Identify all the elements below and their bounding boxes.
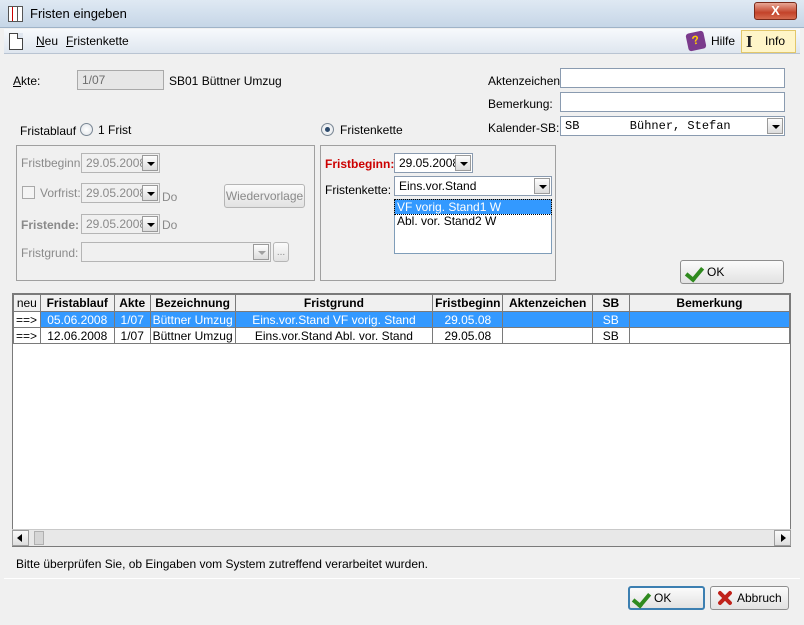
fristgrund-select xyxy=(81,242,271,262)
bemerkung-label: Bemerkung: xyxy=(488,97,553,111)
fristen-table: neu Fristablauf Akte Bezeichnung Fristgr… xyxy=(13,294,790,344)
list-item[interactable]: Abl. vor. Stand2 W xyxy=(395,214,551,228)
radio-fristenkette-label: Fristenkette xyxy=(340,123,403,137)
abbruch-button-label: Abbruch xyxy=(737,591,782,605)
vorfrist-checkbox xyxy=(22,186,35,199)
kalender-sb-label: Kalender-SB: xyxy=(488,121,560,135)
cell-akte: 1/07 xyxy=(113,327,151,344)
fristbeginn-label: Fristbeginn: xyxy=(21,156,84,170)
scroll-thumb[interactable] xyxy=(34,531,44,545)
cell-fristgrund: Eins.vor.Stand VF vorig. Stand xyxy=(234,311,434,328)
fristbeginn-date: 29.05.2008 xyxy=(81,153,160,173)
list-item[interactable]: VF vorig. Stand1 W xyxy=(394,199,552,215)
fristende-label: Fristende: xyxy=(21,218,80,232)
cell-neu: ==> xyxy=(13,311,41,328)
fristablauf-label: Fristablauf xyxy=(20,124,77,138)
status-message: Bitte überprüfen Sie, ob Eingaben vom Sy… xyxy=(16,557,429,571)
help-book-icon[interactable] xyxy=(685,30,707,52)
app-icon xyxy=(8,6,23,22)
column-header[interactable]: Aktenzeichen xyxy=(502,294,593,312)
cell-bemerkung xyxy=(628,327,790,344)
chevron-down-icon xyxy=(142,155,158,171)
radio-fristenkette[interactable] xyxy=(321,123,334,136)
akte-number-field: 1/07 xyxy=(77,70,164,90)
fristgrund-browse-button: ... xyxy=(273,242,289,262)
kette-fristbeginn-date[interactable]: 29.05.2008 xyxy=(394,153,473,173)
menu-info[interactable]: Info xyxy=(765,34,785,48)
scroll-right-icon[interactable] xyxy=(774,530,791,546)
cell-aktenzeichen xyxy=(502,327,593,344)
cell-fristbeginn: 29.05.08 xyxy=(432,327,504,344)
chevron-down-icon xyxy=(253,244,269,260)
chevron-down-icon xyxy=(142,185,158,201)
radio-1-frist[interactable] xyxy=(80,123,93,136)
column-header[interactable]: Bemerkung xyxy=(628,294,790,312)
radio-1-frist-label: 1 Frist xyxy=(98,123,132,137)
vorfrist-weekday: Do xyxy=(162,190,178,204)
menu-hilfe[interactable]: Hilfe xyxy=(711,34,735,48)
cell-sb: SB xyxy=(591,327,630,344)
ok-button[interactable]: OK xyxy=(628,586,705,610)
cell-neu: ==> xyxy=(13,327,41,344)
horizontal-scrollbar[interactable] xyxy=(12,529,791,546)
cell-fristablauf: 05.06.2008 xyxy=(39,311,115,328)
kette-frist-list[interactable]: VF vorig. Stand1 W Abl. vor. Stand2 W xyxy=(394,199,552,254)
aktenzeichen-label: Aktenzeichen: xyxy=(488,74,564,88)
cell-bemerkung xyxy=(628,311,790,328)
ok-button-top[interactable]: OK xyxy=(680,260,784,284)
abbruch-button[interactable]: Abbruch xyxy=(710,586,789,610)
table-row[interactable]: ==> 12.06.2008 1/07 Büttner Umzug Eins.v… xyxy=(13,327,790,344)
fristende-weekday: Do xyxy=(162,218,178,232)
cancel-x-icon xyxy=(715,589,735,607)
chevron-down-icon xyxy=(142,216,158,232)
column-header[interactable]: Fristgrund xyxy=(234,294,434,312)
window-title: Fristen eingeben xyxy=(30,6,127,21)
chevron-down-icon[interactable] xyxy=(534,178,550,194)
ok-button-label: OK xyxy=(654,591,672,605)
check-icon xyxy=(633,589,653,607)
fristen-grid[interactable]: neu Fristablauf Akte Bezeichnung Fristgr… xyxy=(12,293,791,547)
kette-fristenkette-label: Fristenkette: xyxy=(325,183,392,197)
check-icon xyxy=(686,263,706,281)
close-button[interactable]: X xyxy=(754,2,797,20)
cell-fristablauf: 12.06.2008 xyxy=(39,327,115,344)
vorfrist-label: Vorfrist: xyxy=(40,186,81,200)
kette-fristbeginn-label: Fristbeginn: xyxy=(325,157,395,171)
wiedervorlage-button: Wiedervorlage xyxy=(224,184,305,208)
cell-aktenzeichen xyxy=(502,311,593,328)
akte-label: Akte: xyxy=(13,74,41,88)
table-row[interactable]: ==> 05.06.2008 1/07 Büttner Umzug Eins.v… xyxy=(13,311,790,328)
ok-button-top-label: OK xyxy=(707,265,725,279)
cell-bezeichnung: Büttner Umzug xyxy=(149,327,236,344)
cell-bezeichnung: Büttner Umzug xyxy=(149,311,236,328)
footer-divider xyxy=(4,578,800,579)
kalender-sb-select[interactable]: SB Bühner, Stefan xyxy=(560,116,785,136)
column-header[interactable]: neu xyxy=(13,294,41,312)
akte-description: SB01 Büttner Umzug xyxy=(169,74,282,88)
cell-fristgrund: Eins.vor.Stand Abl. vor. Stand xyxy=(234,327,434,344)
column-header[interactable]: Bezeichnung xyxy=(149,294,236,312)
kette-fristenkette-select[interactable]: Eins.vor.Stand xyxy=(394,176,552,196)
cell-fristbeginn: 29.05.08 xyxy=(432,311,504,328)
fristgrund-label: Fristgrund: xyxy=(21,246,79,260)
new-document-icon xyxy=(9,33,23,50)
scroll-left-icon[interactable] xyxy=(12,530,29,546)
aktenzeichen-input[interactable] xyxy=(560,68,785,88)
vorfrist-date: 29.05.2008 xyxy=(81,183,160,203)
menu-neu[interactable]: Neu xyxy=(36,34,58,48)
chevron-down-icon[interactable] xyxy=(455,155,471,171)
column-header[interactable]: Akte xyxy=(113,294,151,312)
cell-akte: 1/07 xyxy=(113,311,151,328)
column-header[interactable]: SB xyxy=(591,294,630,312)
fristende-date: 29.05.2008 xyxy=(81,214,160,234)
bemerkung-input[interactable] xyxy=(560,92,785,112)
cell-sb: SB xyxy=(591,311,630,328)
column-header[interactable]: Fristablauf xyxy=(39,294,115,312)
chevron-down-icon[interactable] xyxy=(767,118,783,134)
info-cursor-icon: I xyxy=(746,32,753,51)
column-header[interactable]: Fristbeginn xyxy=(432,294,504,312)
menu-fristenkette[interactable]: Fristenkette xyxy=(66,34,129,48)
